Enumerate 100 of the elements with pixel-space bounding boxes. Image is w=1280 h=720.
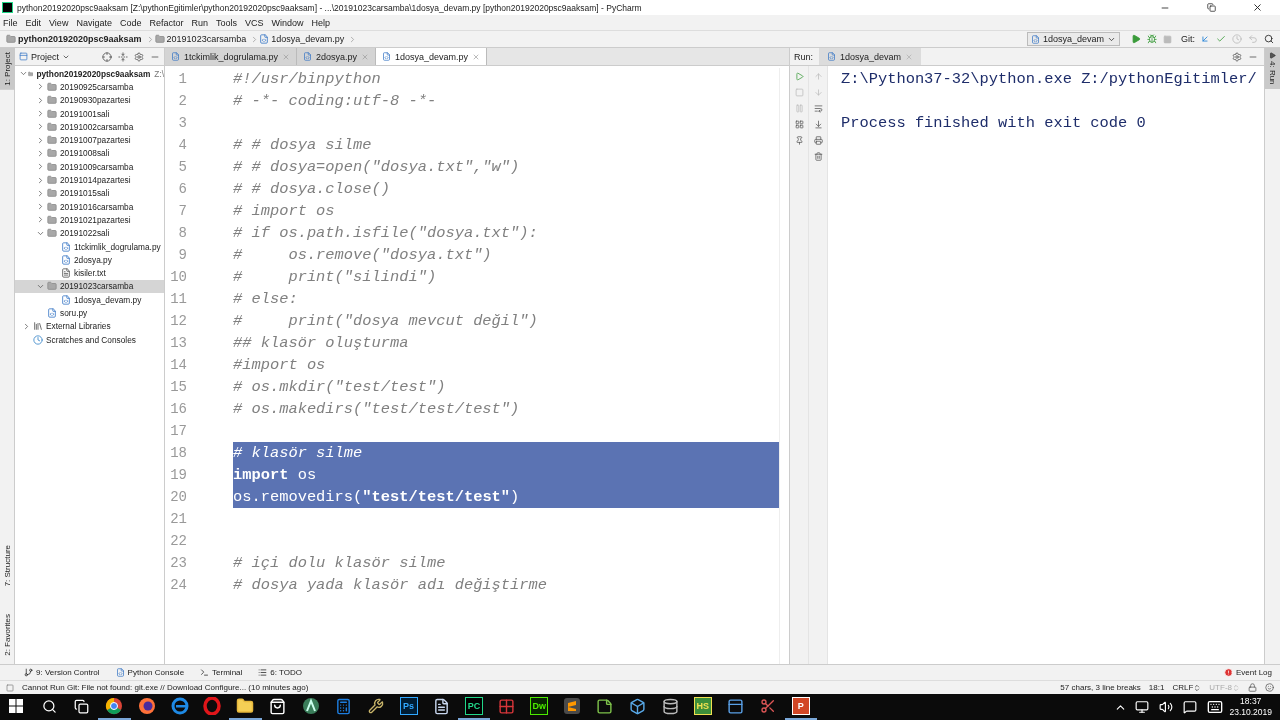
menu-item[interactable]: Window: [271, 17, 304, 28]
folder-icon: [47, 175, 57, 185]
tree-item[interactable]: 20191016carsamba: [15, 199, 164, 214]
settings-icon: [134, 51, 144, 62]
tool-window-button[interactable]: Python Console: [115, 668, 185, 677]
tool-window-button[interactable]: 9: Version Control: [24, 668, 100, 677]
menu-item[interactable]: Edit: [25, 17, 42, 28]
line-number: 21: [169, 511, 187, 527]
tree-item[interactable]: 20191021pazartesi: [15, 213, 164, 227]
python-file-icon: [303, 52, 313, 61]
tree-item[interactable]: 20191002carsamba: [15, 120, 164, 134]
database-icon: [661, 697, 679, 715]
branch-icon: [24, 668, 33, 677]
window-title: python20192020psc9aaksam [Z:\pythonEgitimler\python20192020psc9aaksam] - ...\20191023carsamba\1dosya_devam.py [python20192020psc9aaksam] - PyCharm: [17, 2, 643, 13]
run-tab[interactable]: 1dosya_devam: [819, 48, 922, 65]
tree-item[interactable]: 1dosya_devam.py: [15, 293, 164, 307]
tool-window-button[interactable]: Terminal: [200, 668, 243, 677]
tree-item[interactable]: 20190930pazartesi: [15, 93, 164, 107]
folder-icon: [28, 68, 34, 79]
menu-item[interactable]: VCS: [245, 17, 264, 28]
debug-icon[interactable]: [1147, 34, 1157, 44]
rerun-icon: [794, 72, 804, 81]
folder-icon: [47, 108, 57, 119]
search-icon: [41, 698, 57, 714]
close-icon: [1251, 2, 1263, 13]
folder-icon: [47, 121, 57, 132]
structure-tool-tab[interactable]: 7: Structure: [0, 540, 15, 591]
favorites-tool-tab[interactable]: 2: Favorites: [0, 610, 15, 660]
menu-item[interactable]: Navigate: [76, 17, 112, 28]
code-comment: # -*- coding:utf-8 -*-: [233, 92, 437, 110]
status-item[interactable]: 18:1: [1148, 683, 1165, 692]
breadcrumb[interactable]: python20192020psc9aaksam: [18, 34, 142, 44]
tree-item[interactable]: 20191007pazartesi: [15, 133, 164, 147]
collapse-icon: [118, 51, 128, 62]
run-tool-tab[interactable]: 4: Run: [1265, 48, 1280, 89]
update-icon[interactable]: [1200, 34, 1210, 44]
menu-item[interactable]: Code: [119, 17, 142, 28]
menu-item[interactable]: View: [49, 17, 69, 28]
line-number: 7: [177, 203, 187, 219]
run-config-dropdown[interactable]: 1dosya_devam: [1026, 32, 1120, 46]
close-icon: [361, 52, 370, 61]
breadcrumb[interactable]: 1dosya_devam.py: [271, 34, 345, 44]
library-icon: [33, 321, 43, 332]
line-number: 1: [177, 71, 187, 87]
python-file-icon: [61, 254, 71, 265]
code-comment: # os.mkdir("test/test"): [233, 378, 446, 396]
line-number: 13: [169, 335, 187, 351]
taskbar-app-button[interactable]: Ps: [392, 694, 425, 720]
python-file-icon: [171, 52, 180, 61]
status-item[interactable]: 57 chars, 3 line breaks: [1060, 683, 1141, 692]
code-comment: # print("dosya mevcut değil"): [233, 312, 538, 330]
menu-item[interactable]: Run: [191, 17, 208, 28]
editor-tab[interactable]: 2dosya.py: [297, 48, 377, 65]
taskbar-app-button[interactable]: P: [784, 694, 818, 720]
project-tool-tab[interactable]: 1: Project: [0, 48, 15, 90]
menu-item[interactable]: File: [3, 17, 18, 28]
event-log-button[interactable]: Event Log: [1223, 668, 1272, 677]
run-label: Run:: [794, 51, 813, 62]
sublime-icon: [563, 697, 582, 715]
menu-item[interactable]: Tools: [215, 17, 237, 28]
clock-date: 23.10.2019: [1229, 707, 1272, 718]
tree-item[interactable]: 20191014pazartesi: [15, 173, 164, 187]
tree-item[interactable]: 20191022sali: [15, 226, 164, 240]
code-comment: # # dosya silme: [233, 136, 372, 154]
editor-tab[interactable]: 1dosya_devam.py: [376, 48, 488, 65]
tool-window-button[interactable]: 6: TODO: [258, 668, 303, 677]
taskbar-app-button[interactable]: PC: [457, 694, 491, 720]
tree-item[interactable]: 2dosya.py: [15, 253, 164, 267]
restore-icon: [1206, 3, 1216, 12]
line-number: 3: [177, 115, 187, 131]
tree-item[interactable]: 20191008sali: [15, 146, 164, 161]
tree-item[interactable]: 20191009carsamba: [15, 160, 164, 174]
tree-item[interactable]: soru.py: [15, 306, 164, 320]
tree-item[interactable]: External Libraries: [15, 319, 164, 333]
editor-tab[interactable]: 1tckimlik_dogrulama.py: [165, 48, 298, 65]
tree-item[interactable]: 20191015sali: [15, 186, 164, 200]
taskbar-app-button[interactable]: Dw: [523, 694, 556, 720]
menu-item[interactable]: Help: [311, 17, 331, 28]
line-number: 6: [177, 181, 187, 197]
settings-icon: [1232, 51, 1242, 62]
stop-icon[interactable]: [1163, 34, 1172, 44]
tree-item[interactable]: kisiler.txt: [15, 266, 164, 280]
ring-icon: [203, 697, 222, 715]
tree-item[interactable]: Scratches and Consoles: [15, 332, 164, 347]
tree-item[interactable]: python20192020psc9aaksam Z:\: [15, 67, 164, 81]
tree-item[interactable]: 20191001sali: [15, 106, 164, 121]
folder-icon: [47, 161, 57, 172]
status-item[interactable]: CRLF: [1172, 683, 1202, 692]
search-icon[interactable]: [1264, 34, 1274, 44]
check-icon[interactable]: [1216, 34, 1226, 44]
tree-item[interactable]: 20190925carsamba: [15, 80, 164, 94]
folder-icon: [47, 188, 57, 199]
menu-item[interactable]: Refactor: [149, 17, 184, 28]
run-icon[interactable]: [1131, 34, 1141, 44]
tree-item[interactable]: 20191023carsamba: [15, 279, 164, 294]
breadcrumb[interactable]: 20191023carsamba: [166, 34, 247, 44]
document-icon: [432, 697, 450, 715]
crosshair-icon: [102, 51, 112, 62]
python-file-icon: [1030, 34, 1040, 44]
tree-item[interactable]: 1tckimlik_dogrulama.py: [15, 239, 164, 254]
